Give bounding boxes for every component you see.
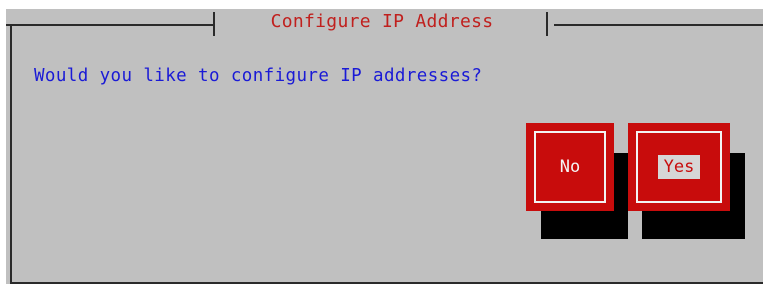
no-button-frame: No xyxy=(534,131,606,203)
frame-left-border xyxy=(10,24,12,284)
no-button[interactable]: No xyxy=(526,123,614,211)
frame-top-border-left xyxy=(6,24,213,26)
yes-button-frame: Yes xyxy=(636,131,722,203)
title-bracket-left xyxy=(213,12,215,36)
no-button-label: No xyxy=(559,157,581,177)
yes-button-label: Yes xyxy=(657,155,701,179)
yes-button[interactable]: Yes xyxy=(628,123,730,211)
dialog-prompt: Would you like to configure IP addresses… xyxy=(34,66,483,86)
title-bracket-right xyxy=(546,12,548,36)
frame-bottom-border xyxy=(10,282,763,284)
frame-top-border-right xyxy=(554,24,763,26)
dialog-title: Configure IP Address xyxy=(270,11,494,32)
